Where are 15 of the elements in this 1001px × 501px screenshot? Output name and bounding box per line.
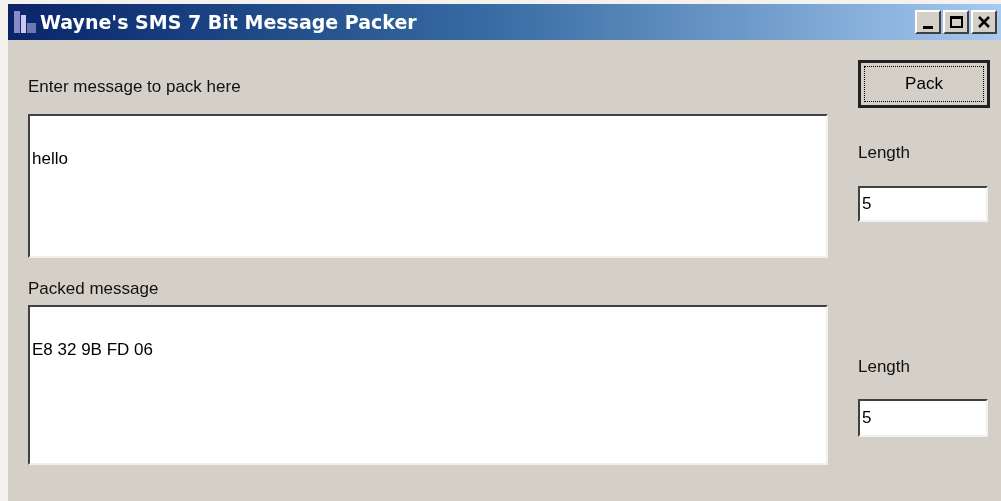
length-field[interactable]: 5 [858,185,988,222]
length-field[interactable]: 5 [858,399,988,437]
length-label: Length [858,355,911,378]
window-title: Wayne's SMS 7 Bit Message Packer [40,9,417,35]
close-button[interactable] [971,10,997,34]
pack-button[interactable]: Pack [858,60,990,108]
packed-output-field[interactable]: E8 32 9B FD 06 [28,305,828,465]
field-label: Packed message [28,277,160,300]
field-label: Enter message to pack here [28,76,242,98]
length-label: Length [858,142,911,164]
minimize-button[interactable] [915,10,941,34]
close-icon [978,16,990,28]
message-input-field[interactable]: hello [28,113,828,258]
app-icon [12,9,38,35]
maximize-button[interactable] [943,10,969,34]
